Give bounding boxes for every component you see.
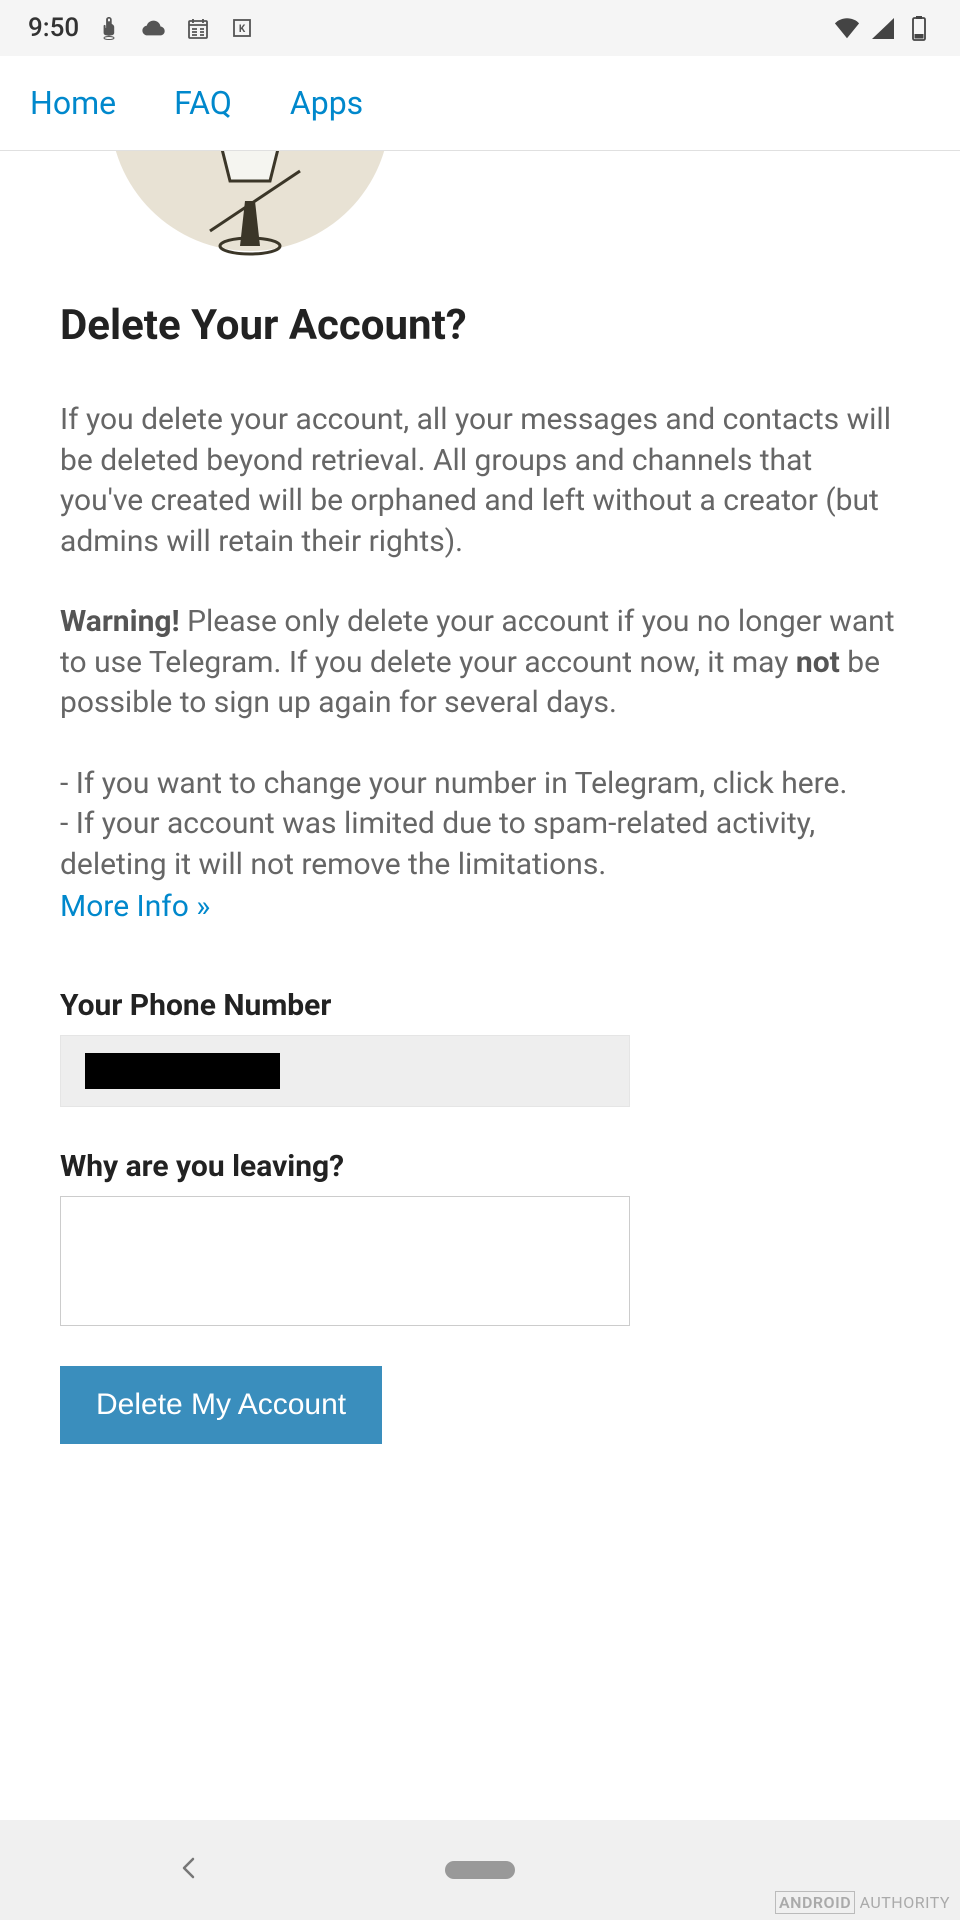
cloud-icon [141,15,167,41]
phone-value-redacted [85,1053,280,1089]
more-info-link[interactable]: More Info » [60,887,210,928]
telegram-logo-icon [110,151,390,251]
bullet-item-spam-limit: - If your account was limited due to spa… [60,804,900,885]
page-title: Delete Your Account? [60,301,900,350]
bullet-list: - If you want to change your number in T… [60,764,900,928]
bullet-1-text-a: - If you want to change your number in T… [60,766,713,801]
watermark: ANDROID AUTHORITY [775,1893,950,1912]
phone-label: Your Phone Number [60,988,900,1023]
warning-text-a: Please only delete your account if you n… [60,604,895,680]
warning-not: not [796,645,840,680]
nav-link-faq[interactable]: FAQ [174,84,232,122]
touch-icon [97,15,123,41]
back-icon[interactable] [175,1854,203,1886]
status-bar: 9:50 K [0,0,960,56]
bullet-2-text-b: remove the limitations. [294,847,606,882]
nav-link-home[interactable]: Home [30,84,116,122]
svg-text:K: K [239,24,246,35]
reason-label: Why are you leaving? [60,1149,900,1184]
status-right [834,15,932,41]
logo-area [60,151,900,281]
battery-icon [906,15,932,41]
warning-label: Warning! [60,604,180,639]
delete-account-button[interactable]: Delete My Account [60,1366,382,1444]
status-time: 9:50 [28,13,79,43]
delete-form: Your Phone Number Why are you leaving? D… [60,988,900,1444]
system-nav-bar: ANDROID AUTHORITY [0,1820,960,1920]
signal-icon [870,15,896,41]
phone-input[interactable] [60,1035,630,1107]
bullet-1-text-b: . [839,766,847,801]
delete-info-text: If you delete your account, all your mes… [60,400,900,562]
bullet-2-not: not [250,847,294,882]
status-left: 9:50 K [28,13,255,43]
watermark-brand: ANDROID [775,1891,855,1914]
wifi-icon [834,15,860,41]
main-content: Delete Your Account? If you delete your … [0,151,960,1444]
nav-link-apps[interactable]: Apps [290,84,363,122]
watermark-suffix: AUTHORITY [860,1893,950,1912]
warning-text: Warning! Please only delete your account… [60,602,900,724]
calendar-icon [185,15,211,41]
reason-textarea[interactable] [60,1196,630,1326]
bullet-item-change-number: - If you want to change your number in T… [60,764,900,805]
app-icon: K [229,15,255,41]
change-number-link[interactable]: click here [713,766,840,801]
home-indicator[interactable] [445,1861,515,1879]
nav-bar: Home FAQ Apps [0,56,960,151]
